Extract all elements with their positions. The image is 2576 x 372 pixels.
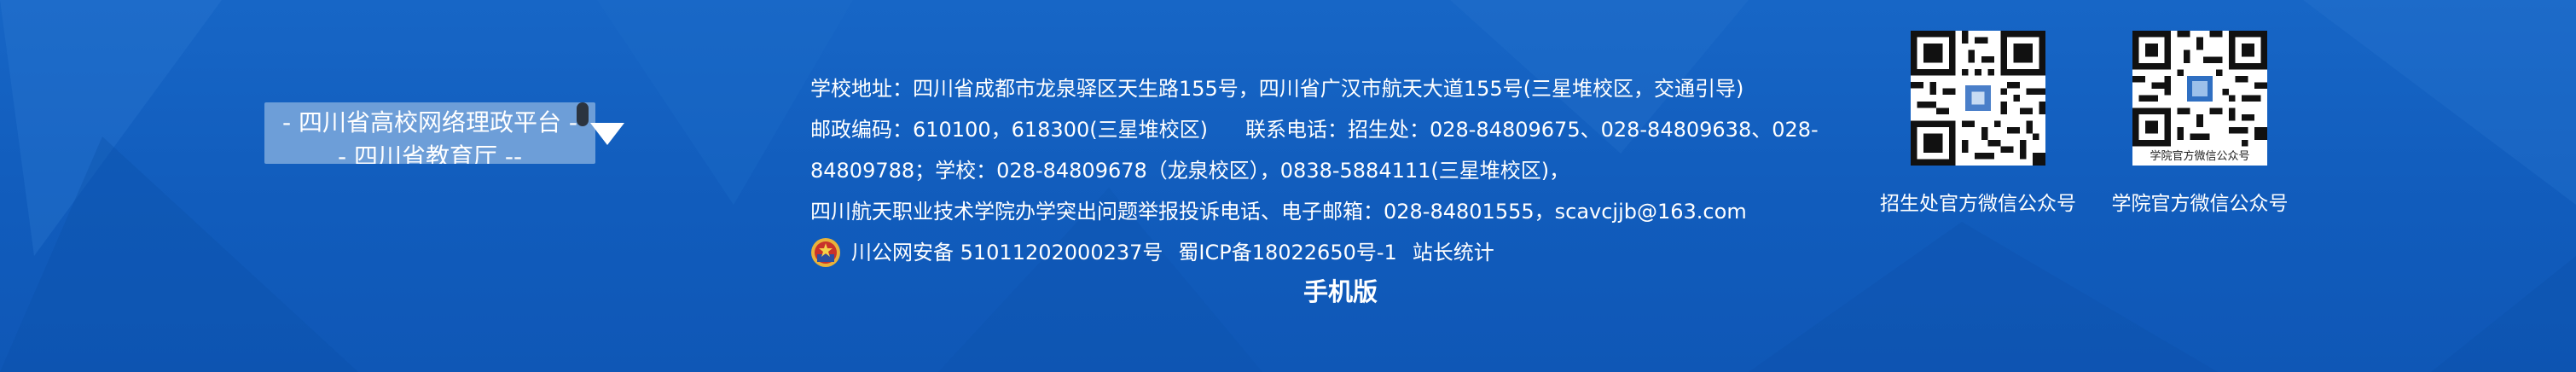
college-qr-caption: 学院官方微信公众号 — [2111, 193, 2289, 215]
mobile-version-link[interactable]: 手机版 — [1303, 273, 1378, 311]
qr-code-icon — [2132, 31, 2267, 148]
postcode-phone-line: 邮政编码：610100，618300(三星堆校区) 联系电话：招生处：028-84… — [810, 109, 1851, 150]
qr-code-icon — [1911, 31, 2045, 166]
school-address: 学校地址：四川省成都市龙泉驿区天生路155号，四川省广汉市航天大道155号(三星… — [810, 77, 1744, 101]
site-stats-link[interactable]: 站长统计 — [1413, 232, 1494, 273]
contact-info: 学校地址：四川省成都市龙泉驿区天生路155号，四川省广汉市航天大道155号(三星… — [810, 68, 1851, 273]
college-qr-code: 学院官方微信公众号 — [2132, 31, 2267, 166]
select-option-2[interactable]: - 四川省教育厅 -- — [264, 142, 595, 164]
admissions-qr-code — [1911, 31, 2045, 166]
postcode: 邮政编码：610100，618300(三星堆校区) — [810, 118, 1208, 142]
admissions-qr-caption: 招生处官方微信公众号 — [1880, 193, 2076, 215]
select-scrollbar-thumb[interactable] — [577, 102, 589, 126]
select-option-1[interactable]: - 四川省高校网络理政平台 - — [264, 108, 595, 138]
police-record-link[interactable]: 川公网安备 51011202000237号 — [851, 232, 1163, 273]
record-line: 川公网安备 51011202000237号 蜀ICP备18022650号-1 站… — [810, 232, 1851, 273]
phone-numbers: 联系电话：招生处：028-84809675、028-84809638、028- — [1244, 118, 1819, 142]
site-footer: - 四川省高校网络理政平台 - - 四川省教育厅 -- 学校地址：四川省成都市龙… — [0, 0, 2576, 372]
platform-select[interactable]: - 四川省高校网络理政平台 - - 四川省教育厅 -- — [264, 102, 595, 164]
police-emblem-icon — [811, 238, 840, 267]
chevron-down-icon[interactable] — [589, 121, 626, 147]
icp-record-link[interactable]: 蜀ICP备18022650号-1 — [1178, 232, 1396, 273]
phone-numbers-continued: 84809788；学校：028-84809678（龙泉校区），0838-5884… — [810, 159, 1570, 183]
qr-inner-label: 学院官方微信公众号 — [2132, 148, 2267, 166]
report-contact: 四川航天职业技术学院办学突出问题举报投诉电话、电子邮箱：028-84801555… — [810, 200, 1747, 224]
